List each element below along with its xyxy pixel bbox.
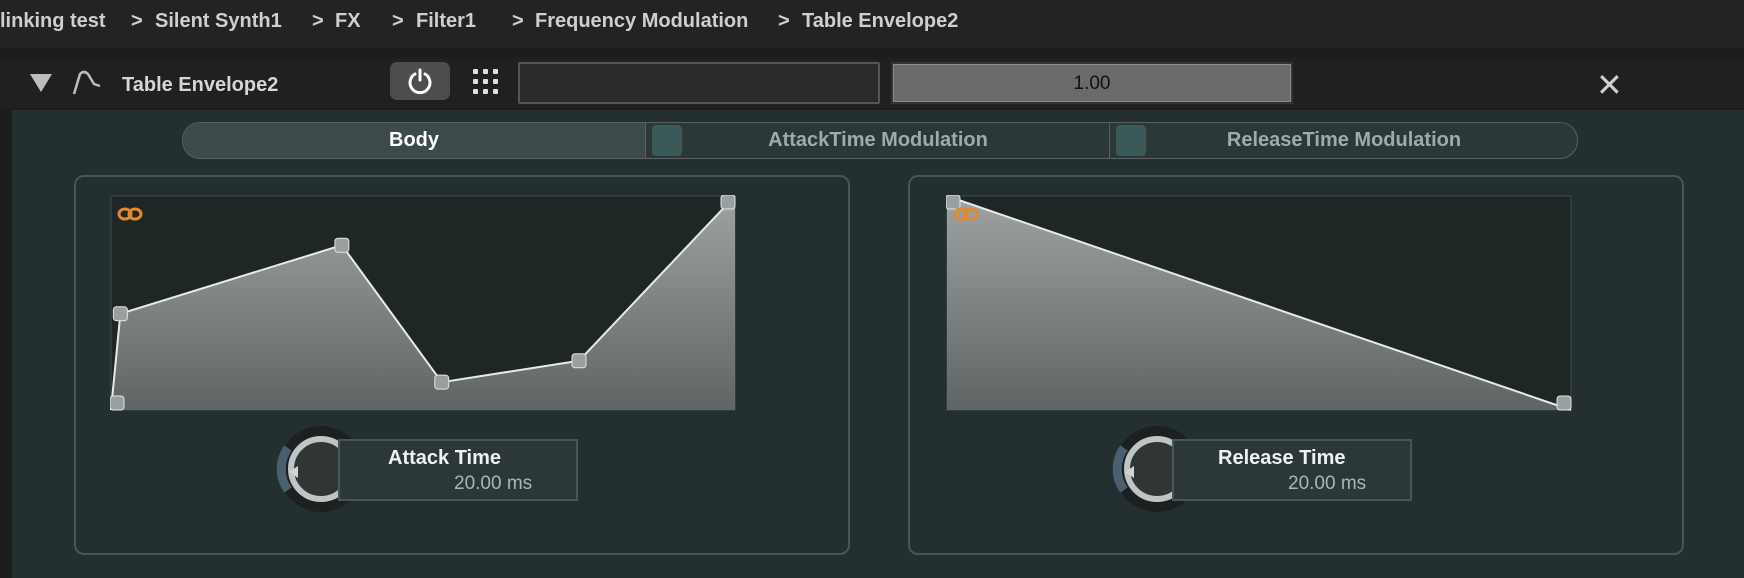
tab-attacktime-modulation[interactable]: AttackTime Modulation: [645, 123, 1110, 158]
tab-body[interactable]: Body: [183, 123, 645, 158]
release-label: Release Time: [1218, 447, 1346, 469]
table-point-handle[interactable]: [434, 374, 450, 390]
collapse-triangle-icon[interactable]: [30, 74, 52, 92]
close-icon[interactable]: ✕: [1596, 66, 1623, 104]
release-table-editor[interactable]: [946, 195, 1572, 411]
bypass-button[interactable]: [390, 62, 450, 100]
tab-label: ReleaseTime Modulation: [1226, 129, 1462, 151]
table-point-handle[interactable]: [946, 195, 961, 210]
attack-value-field[interactable]: Attack Time 20.00 ms: [338, 439, 578, 501]
attack-table-editor[interactable]: [110, 195, 736, 411]
modulation-indicator: [652, 125, 682, 156]
table-point-handle[interactable]: [110, 395, 125, 411]
breadcrumb-separator: >: [778, 10, 790, 32]
attack-label: Attack Time: [388, 447, 502, 469]
module-header: Table Envelope2 1.00 ✕: [0, 58, 1744, 108]
module-title: Table Envelope2: [122, 74, 279, 96]
release-section: Release Time 20.00 ms: [908, 175, 1684, 555]
table-point-handle[interactable]: [720, 195, 736, 210]
tab-label: AttackTime Modulation: [768, 129, 988, 151]
breadcrumb: linking test > Silent Synth1 > FX > Filt…: [0, 0, 1744, 48]
breadcrumb-separator: >: [392, 10, 404, 32]
breadcrumb-item[interactable]: FX: [335, 10, 361, 33]
table-point-handle[interactable]: [571, 353, 587, 369]
table-point-handle[interactable]: [112, 306, 128, 322]
breadcrumb-separator: >: [312, 10, 324, 32]
modulation-indicator: [1116, 125, 1146, 156]
tab-releasetime-modulation[interactable]: ReleaseTime Modulation: [1109, 123, 1577, 158]
breadcrumb-item[interactable]: Table Envelope2: [802, 10, 958, 33]
breadcrumb-separator: >: [512, 10, 524, 32]
attack-value: 20.00 ms: [454, 473, 533, 494]
grid-menu-icon[interactable]: [473, 69, 499, 95]
power-icon: [408, 68, 432, 95]
breadcrumb-separator: >: [131, 10, 143, 32]
breadcrumb-item[interactable]: Silent Synth1: [155, 10, 282, 33]
envelope-icon: [72, 70, 101, 95]
module-body: Body AttackTime Modulation ReleaseTime M…: [12, 110, 1744, 578]
release-value: 20.00 ms: [1288, 473, 1367, 494]
breadcrumb-item[interactable]: Frequency Modulation: [535, 10, 748, 33]
release-value-field[interactable]: Release Time 20.00 ms: [1172, 439, 1412, 501]
tab-bar: Body AttackTime Modulation ReleaseTime M…: [182, 122, 1578, 159]
intensity-slider[interactable]: 1.00: [891, 62, 1293, 104]
table-point-handle[interactable]: [334, 237, 350, 253]
module-id-input[interactable]: [518, 62, 880, 104]
intensity-value: 1.00: [1073, 73, 1111, 94]
attack-section: Attack Time 20.00 ms: [74, 175, 850, 555]
breadcrumb-item[interactable]: Filter1: [416, 10, 476, 33]
table-point-handle[interactable]: [1556, 395, 1572, 411]
breadcrumb-item[interactable]: linking test: [0, 10, 106, 33]
